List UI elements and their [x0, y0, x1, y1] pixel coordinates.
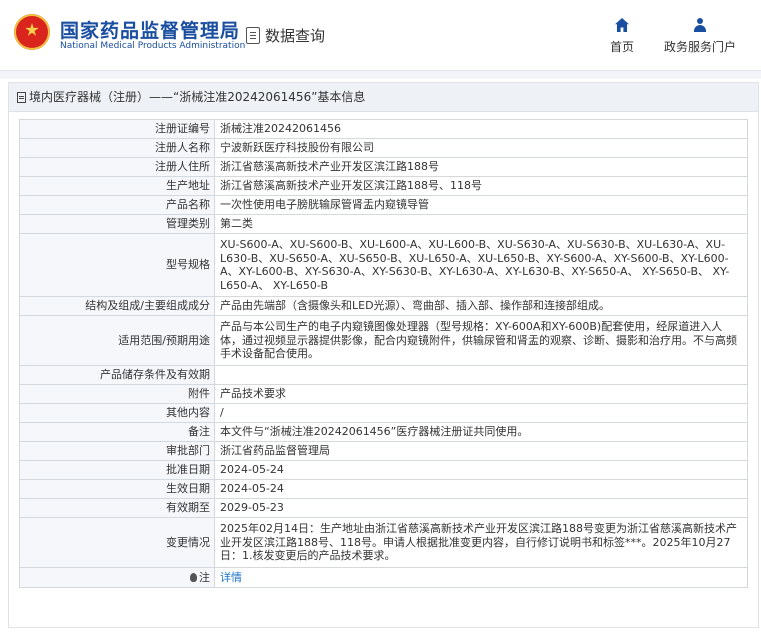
field-label: 适用范围/预期用途	[19, 315, 215, 366]
field-value: XU-S600-A、XU-S600-B、XU-L600-A、XU-L600-B、…	[214, 233, 748, 297]
field-label: 产品名称	[19, 195, 215, 215]
field-value: 2025年02月14日：生产地址由浙江省慈溪高新技术产业开发区滨江路188号变更…	[214, 517, 748, 568]
field-label: 管理类别	[19, 214, 215, 234]
table-row: 有效期至 2029-05-23	[19, 498, 748, 518]
note-label: 注	[199, 570, 210, 584]
field-label: 产品储存条件及有效期	[19, 365, 215, 385]
header-divider	[0, 71, 761, 79]
table-row: 结构及组成/主要组成成分 产品由先端部（含摄像头和LED光源）、弯曲部、插入部、操…	[19, 296, 748, 316]
field-value: 产品由先端部（含摄像头和LED光源）、弯曲部、插入部、操作部和连接部组成。	[214, 296, 748, 316]
field-label: 注册人住所	[19, 157, 215, 177]
field-label: 注册证编号	[19, 119, 215, 139]
brand-title[interactable]: 国家药品监督管理局	[60, 16, 240, 43]
field-value: 浙江省慈溪高新技术产业开发区滨江路188号	[214, 157, 748, 177]
table-row: 注 详情	[19, 567, 748, 588]
field-label: 结构及组成/主要组成成分	[19, 296, 215, 316]
field-label: 变更情况	[19, 517, 215, 568]
field-value: 第二类	[214, 214, 748, 234]
field-value: 详情	[214, 567, 748, 588]
field-value: 2029-05-23	[214, 498, 748, 518]
field-value: 2024-05-24	[214, 479, 748, 499]
table-row: 管理类别 第二类	[19, 214, 748, 234]
field-value: 产品技术要求	[214, 384, 748, 404]
lightbulb-icon	[190, 572, 197, 582]
nav-home[interactable]: 首页	[604, 18, 640, 55]
field-value: 2024-05-24	[214, 460, 748, 480]
field-value: 一次性使用电子膀胱输尿管肾盂内窥镜导管	[214, 195, 748, 215]
table-row: 审批部门 浙江省药品监督管理局	[19, 441, 748, 461]
site-header: 国家药品监督管理局 National Medical Products Admi…	[0, 0, 761, 71]
table-row: 备注 本文件与“浙械注准20242061456”医疗器械注册证共同使用。	[19, 422, 748, 442]
data-query-label: 数据查询	[265, 27, 326, 45]
detail-table: 注册证编号 浙械注准20242061456 注册人名称 宁波新跃医疗科技股份有限公司…	[19, 119, 748, 588]
field-label: 型号规格	[19, 233, 215, 297]
field-label: 备注	[19, 422, 215, 442]
field-label: 审批部门	[19, 441, 215, 461]
field-label: 注册人名称	[19, 138, 215, 158]
brand-subtitle: National Medical Products Administration	[60, 41, 246, 51]
field-value	[214, 365, 748, 385]
field-label: 注	[19, 567, 215, 588]
field-label: 批准日期	[19, 460, 215, 480]
field-value: /	[214, 403, 748, 423]
user-icon	[693, 18, 707, 32]
details-link[interactable]: 详情	[220, 571, 242, 584]
panel-title: 境内医疗器械（注册）——“浙械注准20242061456”基本信息	[9, 83, 758, 112]
table-row: 产品名称 一次性使用电子膀胱输尿管肾盂内窥镜导管	[19, 195, 748, 215]
field-label: 生效日期	[19, 479, 215, 499]
panel-title-text: 境内医疗器械（注册）——“浙械注准20242061456”基本信息	[29, 90, 366, 104]
nav-service-portal[interactable]: 政务服务门户	[660, 18, 740, 55]
document-icon	[246, 27, 260, 44]
nav-home-label: 首页	[609, 40, 634, 54]
table-row: 注册人住所 浙江省慈溪高新技术产业开发区滨江路188号	[19, 157, 748, 177]
table-row: 适用范围/预期用途 产品与本公司生产的电子内窥镜图像处理器（型号规格：XY-600…	[19, 315, 748, 366]
table-row: 变更情况 2025年02月14日：生产地址由浙江省慈溪高新技术产业开发区滨江路18…	[19, 517, 748, 568]
detail-panel: 境内医疗器械（注册）——“浙械注准20242061456”基本信息 注册证编号浙…	[8, 82, 759, 628]
field-label: 有效期至	[19, 498, 215, 518]
field-label: 附件	[19, 384, 215, 404]
table-row: 附件 产品技术要求	[19, 384, 748, 404]
table-row: 产品储存条件及有效期	[19, 365, 748, 385]
table-row: 其他内容 /	[19, 403, 748, 423]
field-value: 本文件与“浙械注准20242061456”医疗器械注册证共同使用。	[214, 422, 748, 442]
field-value: 产品与本公司生产的电子内窥镜图像处理器（型号规格：XY-600A和XY-600B…	[214, 315, 748, 366]
field-value: 宁波新跃医疗科技股份有限公司	[214, 138, 748, 158]
nav-portal-label: 政务服务门户	[663, 40, 736, 54]
field-label: 其他内容	[19, 403, 215, 423]
home-icon	[615, 18, 629, 32]
table-row: 型号规格 XU-S600-A、XU-S600-B、XU-L600-A、XU-L60…	[19, 233, 748, 297]
national-emblem-icon	[14, 14, 50, 50]
table-row: 生产地址 浙江省慈溪高新技术产业开发区滨江路188号、118号	[19, 176, 748, 196]
field-value: 浙械注准20242061456	[214, 119, 748, 139]
data-query-link[interactable]: 数据查询	[246, 25, 325, 46]
field-value: 浙江省慈溪高新技术产业开发区滨江路188号、118号	[214, 176, 748, 196]
document-icon	[17, 91, 26, 103]
table-row: 注册证编号 浙械注准20242061456	[19, 119, 748, 139]
field-value: 浙江省药品监督管理局	[214, 441, 748, 461]
table-row: 生效日期 2024-05-24	[19, 479, 748, 499]
table-row: 批准日期 2024-05-24	[19, 460, 748, 480]
table-row: 注册人名称 宁波新跃医疗科技股份有限公司	[19, 138, 748, 158]
field-label: 生产地址	[19, 176, 215, 196]
